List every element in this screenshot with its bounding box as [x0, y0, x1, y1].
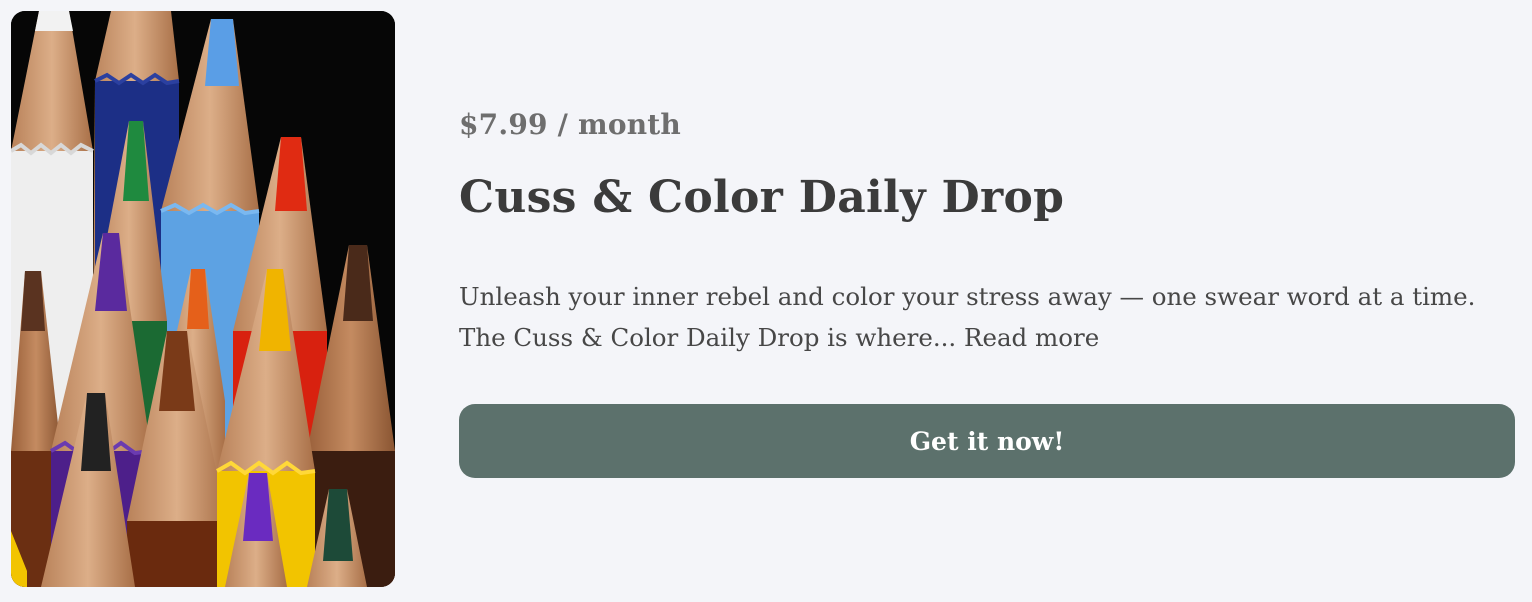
get-it-now-button[interactable]: Get it now!	[459, 404, 1515, 478]
read-more-link[interactable]: Read more	[964, 323, 1099, 352]
colored-pencils-illustration	[11, 11, 395, 587]
price-label: $7.99 / month	[459, 108, 681, 141]
product-image[interactable]	[11, 11, 395, 587]
product-description: Unleash your inner rebel and color your …	[459, 276, 1519, 358]
product-title: Cuss & Color Daily Drop	[459, 172, 1065, 223]
product-card: $7.99 / month Cuss & Color Daily Drop Un…	[0, 0, 1532, 602]
